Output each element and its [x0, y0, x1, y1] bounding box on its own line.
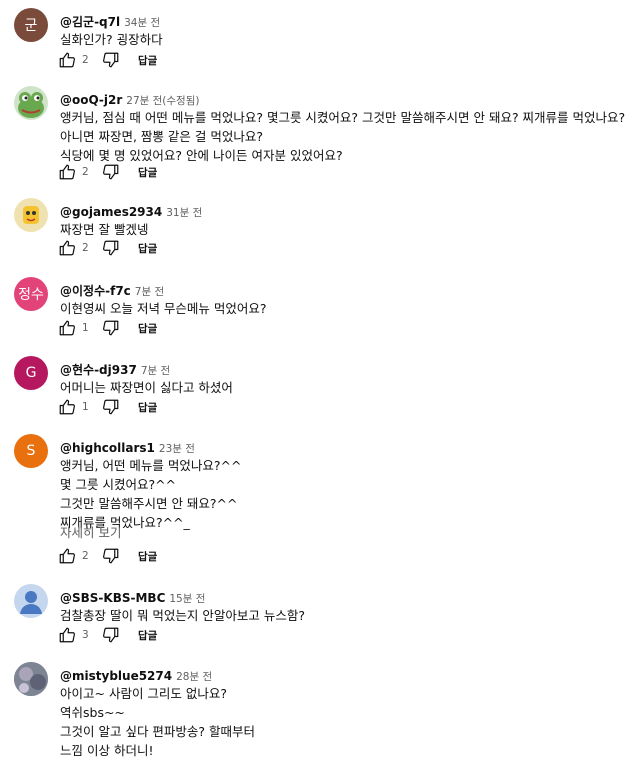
comment-time[interactable]: 7분 전	[141, 365, 170, 377]
comment-time[interactable]: 27분 전(수정됨)	[126, 95, 199, 107]
comment-actions: 2 답글	[58, 162, 157, 182]
comment-actions: 2 답글	[58, 50, 157, 70]
reply-button[interactable]: 답글	[138, 628, 157, 643]
comment-time[interactable]: 23분 전	[159, 443, 195, 455]
thumbs-down-icon[interactable]	[102, 626, 120, 644]
comment-line: 그것만 말씀해주시면 안 돼요?^^	[60, 496, 238, 511]
thumbs-up-icon[interactable]	[58, 239, 76, 257]
like-count: 1	[82, 401, 89, 413]
comment-author[interactable]: @mistyblue5274	[60, 669, 172, 683]
comment-line: 앵커님, 점심 때 어떤 메뉴를 먹었나요? 몇그릇 시켰어요? 그것만 말씀해…	[60, 110, 626, 125]
reply-button[interactable]: 답글	[138, 400, 157, 415]
comment-line: 몇 그릇 시켰어요?^^	[60, 477, 177, 492]
avatar[interactable]	[14, 86, 48, 120]
thumbs-down-icon[interactable]	[102, 163, 120, 181]
thumbs-up-icon[interactable]	[58, 51, 76, 69]
comment-line: 아이고~ 사람이 그리도 없나요?	[60, 686, 228, 701]
like-count: 2	[82, 550, 89, 562]
thumbs-up-icon[interactable]	[58, 626, 76, 644]
thumbs-down-icon[interactable]	[102, 398, 120, 416]
comment-actions: 2 답글	[58, 546, 157, 566]
thumbs-up-icon[interactable]	[58, 319, 76, 337]
thumbs-up-icon[interactable]	[58, 163, 76, 181]
thumbs-up-icon[interactable]	[58, 547, 76, 565]
avatar[interactable]	[14, 584, 48, 618]
comment-time[interactable]: 34분 전	[124, 17, 160, 29]
comment-actions: 1 답글	[58, 397, 157, 417]
avatar[interactable]	[14, 662, 48, 696]
avatar-initials: S	[26, 443, 36, 459]
thumbs-down-icon[interactable]	[102, 319, 120, 337]
comment-author[interactable]: @김군-q7l	[60, 15, 120, 29]
like-count: 2	[82, 166, 89, 178]
comment-text: 어머니는 짜장면이 싫다고 하셨어	[60, 378, 233, 397]
frog-avatar-icon	[18, 92, 44, 118]
like-count: 3	[82, 629, 89, 641]
avatar-initials: 정수	[18, 287, 44, 303]
reply-button[interactable]: 답글	[138, 165, 157, 180]
avatar-initials: G	[25, 365, 37, 381]
comment-line: 실화인가? 굉장하다	[60, 32, 163, 47]
comment-author[interactable]: @gojames2934	[60, 205, 162, 219]
comment-author[interactable]: @SBS-KBS-MBC	[60, 591, 165, 605]
comment-text: 앵커님, 점심 때 어떤 메뉴를 먹었나요? 몇그릇 시켰어요? 그것만 말씀해…	[60, 108, 625, 165]
comment-author[interactable]: @이정수-f7c	[60, 284, 131, 298]
avatar[interactable]: 군	[14, 8, 48, 42]
comment-text: 아이고~ 사람이 그리도 없나요? 역쉬sbs~~ 그것이 알고 싶다 편파방송…	[60, 684, 255, 760]
thumbs-down-icon[interactable]	[102, 51, 120, 69]
avatar[interactable]: S	[14, 434, 48, 468]
like-count: 1	[82, 322, 89, 334]
comment-time[interactable]: 7분 전	[135, 286, 164, 298]
comment-line: 역쉬sbs~~	[60, 705, 125, 720]
comment-author[interactable]: @현수-dj937	[60, 363, 137, 377]
comment-text: 앵커님, 어떤 메뉴를 먹었나요?^^ 몇 그릇 시켰어요?^^ 그것만 말씀해…	[60, 456, 241, 532]
cartoon-avatar-icon	[23, 206, 39, 224]
avatar[interactable]: 정수	[14, 277, 48, 311]
comment-line: 짜장면 잘 빨겠넹	[60, 222, 149, 237]
reply-button[interactable]: 답글	[138, 241, 157, 256]
comment-author[interactable]: @ooQ-j2r	[60, 93, 122, 107]
comment-time[interactable]: 31분 전	[166, 207, 202, 219]
photo-avatar-icon	[14, 662, 48, 696]
like-count: 2	[82, 242, 89, 254]
reply-button[interactable]: 답글	[138, 53, 157, 68]
comment-line: 이현영씨 오늘 저녁 무슨메뉴 먹었어요?	[60, 301, 267, 316]
comment-line: 검찰총장 딸이 뭐 먹었는지 안알아보고 뉴스함?	[60, 608, 306, 623]
thumbs-down-icon[interactable]	[102, 239, 120, 257]
reply-button[interactable]: 답글	[138, 321, 157, 336]
avatar-initials: 군	[24, 18, 38, 34]
comment-line: 그것이 알고 싶다 편파방송? 할때부터	[60, 724, 256, 739]
reply-button[interactable]: 답글	[138, 549, 157, 564]
comment-time[interactable]: 15분 전	[169, 593, 205, 605]
comment-time[interactable]: 28분 전	[176, 671, 212, 683]
comment-author[interactable]: @highcollars1	[60, 441, 155, 455]
comment-actions: 3 답글	[58, 625, 157, 645]
comment-line: 앵커님, 어떤 메뉴를 먹었나요?^^	[60, 458, 242, 473]
comment-text: 이현영씨 오늘 저녁 무슨메뉴 먹었어요?	[60, 299, 267, 318]
comment-actions: 1 답글	[58, 318, 157, 338]
comment-text: 실화인가? 굉장하다	[60, 30, 163, 49]
comment-text: 짜장면 잘 빨겠넹	[60, 220, 148, 239]
default-user-icon	[20, 591, 42, 614]
thumbs-up-icon[interactable]	[58, 398, 76, 416]
comment-line: 아니면 짜장면, 짬뽕 같은 걸 먹었나요?	[60, 129, 263, 144]
thumbs-down-icon[interactable]	[102, 547, 120, 565]
comment-actions: 2 답글	[58, 238, 157, 258]
comment-text: 검찰총장 딸이 뭐 먹었는지 안알아보고 뉴스함?	[60, 606, 305, 625]
avatar[interactable]: G	[14, 356, 48, 390]
comment-line: 어머니는 짜장면이 싫다고 하셨어	[60, 380, 233, 395]
read-more-link[interactable]: 자세히 보기	[60, 522, 121, 541]
like-count: 2	[82, 54, 89, 66]
avatar[interactable]	[14, 198, 48, 232]
